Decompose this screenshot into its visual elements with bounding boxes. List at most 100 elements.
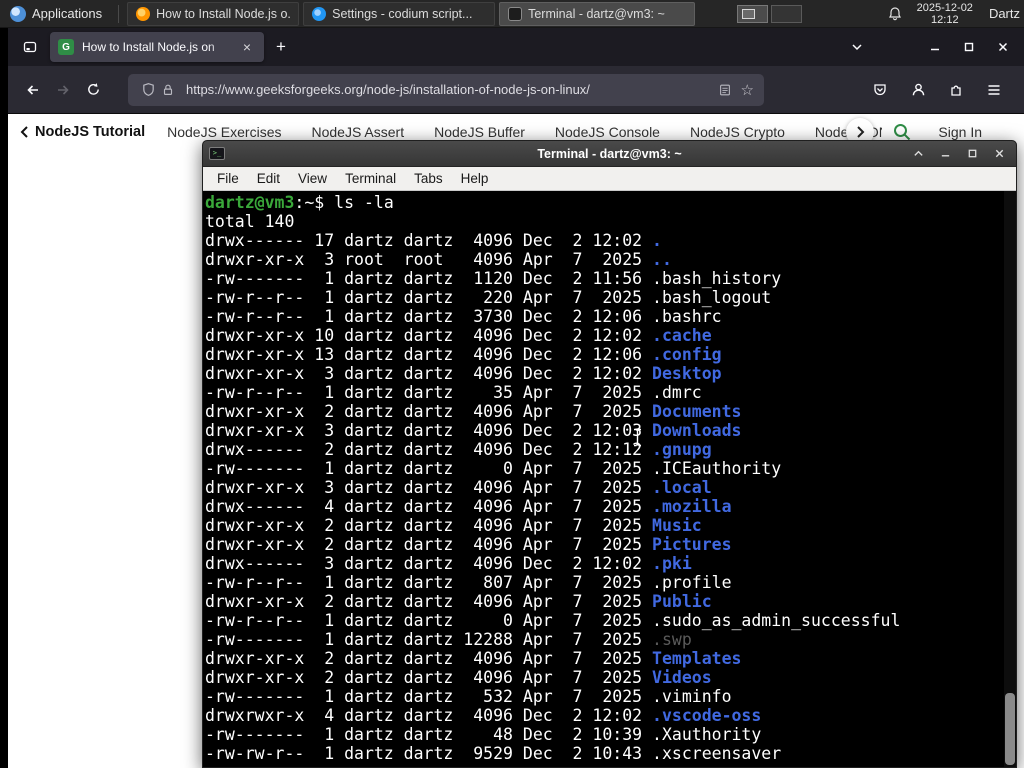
browser-tab[interactable]: G How to Install Node.js on × xyxy=(50,32,264,62)
url-input[interactable]: https://www.geeksforgeeks.org/node-js/in… xyxy=(128,73,764,106)
workspace-pager[interactable] xyxy=(737,4,803,23)
menu-tabs[interactable]: Tabs xyxy=(406,169,451,188)
taskbar-item-terminal[interactable]: Terminal - dartz@vm3: ~ xyxy=(499,1,696,26)
file-name: .mozilla xyxy=(652,497,732,516)
menu-terminal[interactable]: Terminal xyxy=(337,169,404,188)
terminal-window-title: Terminal - dartz@vm3: ~ xyxy=(537,146,682,161)
terminal-shade-icon[interactable] xyxy=(911,147,925,161)
pocket-icon[interactable] xyxy=(868,78,892,102)
file-name: .bash_logout xyxy=(652,288,772,307)
terminal-output-line: drwxr-xr-x 2 dartz dartz 4096 Apr 7 2025… xyxy=(205,402,742,421)
reader-view-icon[interactable] xyxy=(715,80,735,100)
workspace-1[interactable] xyxy=(737,4,769,23)
terminal-output-line: -rw-r--r-- 1 dartz dartz 0 Apr 7 2025 .s… xyxy=(205,611,901,630)
window-close-button[interactable] xyxy=(990,35,1016,59)
terminal-output-line: drwxr-xr-x 3 dartz dartz 4096 Apr 7 2025… xyxy=(205,478,712,497)
search-icon[interactable] xyxy=(892,122,912,142)
applications-menu-button[interactable]: Applications xyxy=(0,0,112,27)
file-name: Public xyxy=(652,592,712,611)
terminal-output-line: -rw------- 1 dartz dartz 48 Dec 2 10:39 … xyxy=(205,725,762,744)
gfg-nav-link[interactable]: NodeJS Assert xyxy=(312,124,405,140)
file-name: .dmrc xyxy=(652,383,702,402)
terminal-output-line: drwx------ 3 dartz dartz 4096 Dec 2 12:0… xyxy=(205,554,692,573)
workspace-window-thumb xyxy=(742,8,756,19)
terminal-output-line: -rw-r--r-- 1 dartz dartz 35 Apr 7 2025 .… xyxy=(205,383,702,402)
forward-icon[interactable] xyxy=(48,75,78,105)
taskbar-item-browser[interactable]: How to Install Node.js o... xyxy=(127,1,300,26)
terminal-maximize-icon[interactable] xyxy=(965,147,979,161)
terminal-output-line: -rw------- 1 dartz dartz 0 Apr 7 2025 .I… xyxy=(205,459,782,478)
menu-file[interactable]: File xyxy=(209,169,247,188)
terminal-output-line: -rw------- 1 dartz dartz 532 Apr 7 2025 … xyxy=(205,687,732,706)
terminal-output-line: drwxr-xr-x 2 dartz dartz 4096 Apr 7 2025… xyxy=(205,649,742,668)
top-panel: Applications How to Install Node.js o...… xyxy=(0,0,1024,28)
window-restore-button[interactable] xyxy=(956,35,982,59)
file-name: .config xyxy=(652,345,722,364)
terminal-scrollbar-thumb[interactable] xyxy=(1005,693,1015,765)
firefox-view-icon[interactable] xyxy=(16,34,44,60)
terminal-window: >_ Terminal - dartz@vm3: ~ File Edit Vie… xyxy=(202,140,1017,768)
notification-bell-icon[interactable] xyxy=(887,6,903,22)
firefox-tab-bar: G How to Install Node.js on × + xyxy=(8,28,1024,66)
file-name: Videos xyxy=(652,668,712,687)
terminal-title-bar[interactable]: >_ Terminal - dartz@vm3: ~ xyxy=(203,141,1016,167)
file-name: .Xauthority xyxy=(652,725,762,744)
terminal-close-icon[interactable] xyxy=(992,147,1006,161)
gfg-nav-primary[interactable]: NodeJS Tutorial xyxy=(20,124,145,140)
gfg-nav-tutorial-label[interactable]: NodeJS Tutorial xyxy=(35,124,145,140)
menu-edit[interactable]: Edit xyxy=(249,169,288,188)
back-icon[interactable] xyxy=(18,75,48,105)
url-text: https://www.geeksforgeeks.org/node-js/in… xyxy=(186,82,590,97)
terminal-output-line: -rw------- 1 dartz dartz 1120 Dec 2 11:5… xyxy=(205,269,782,288)
bookmark-star-icon[interactable]: ☆ xyxy=(741,81,754,99)
menu-help[interactable]: Help xyxy=(453,169,497,188)
terminal-output-line: drwx------ 2 dartz dartz 4096 Dec 2 12:1… xyxy=(205,440,712,459)
reload-icon[interactable] xyxy=(78,75,108,105)
terminal-app-icon: >_ xyxy=(209,147,225,160)
account-icon[interactable] xyxy=(906,78,930,102)
tracking-shield-icon[interactable] xyxy=(138,80,158,100)
tab-title: How to Install Node.js on xyxy=(82,40,215,54)
chevron-left-icon[interactable] xyxy=(20,125,29,139)
file-name: .sudo_as_admin_successful xyxy=(652,611,901,630)
distro-logo-icon xyxy=(10,5,26,22)
terminal-output-line: -rw------- 1 dartz dartz 12288 Apr 7 202… xyxy=(205,630,692,649)
lock-icon[interactable] xyxy=(158,80,178,100)
taskbar-item-codium[interactable]: Settings - codium script... xyxy=(303,1,496,26)
firefox-icon xyxy=(136,6,151,21)
panel-clock[interactable]: 2025-12-02 12:12 xyxy=(917,2,973,26)
browser-toolbar: https://www.geeksforgeeks.org/node-js/in… xyxy=(8,66,1024,114)
terminal-output-line: drwxr-xr-x 3 dartz dartz 4096 Dec 2 12:0… xyxy=(205,364,722,383)
file-name: .swp xyxy=(652,630,692,649)
terminal-scrollbar[interactable] xyxy=(1004,191,1016,767)
gfg-nav-link[interactable]: NodeJS Buffer xyxy=(434,124,525,140)
terminal-output-line: drwxr-xr-x 10 dartz dartz 4096 Dec 2 12:… xyxy=(205,326,712,345)
clock-date: 2025-12-02 xyxy=(916,1,973,14)
file-name: Music xyxy=(652,516,702,535)
menu-hamburger-icon[interactable] xyxy=(982,78,1006,102)
file-name: . xyxy=(652,231,662,250)
panel-separator xyxy=(118,4,120,23)
gfg-nav-link[interactable]: NodeJS Exercises xyxy=(167,124,281,140)
new-tab-button[interactable]: + xyxy=(268,34,294,60)
gfg-nav-link[interactable]: NodeJS Crypto xyxy=(690,124,785,140)
file-name: .profile xyxy=(652,573,732,592)
file-name: Pictures xyxy=(652,535,732,554)
terminal-output-line: -rw-r--r-- 1 dartz dartz 220 Apr 7 2025 … xyxy=(205,288,772,307)
sign-in-button[interactable]: Sign In xyxy=(938,124,982,140)
tab-close-button[interactable]: × xyxy=(238,38,256,56)
terminal-output-line: drwxr-xr-x 2 dartz dartz 4096 Apr 7 2025… xyxy=(205,668,712,687)
terminal-minimize-icon[interactable] xyxy=(938,147,952,161)
gfg-nav-links: NodeJS Exercises NodeJS Assert NodeJS Bu… xyxy=(167,124,882,140)
file-name: .pki xyxy=(652,554,692,573)
terminal-output-line: drwxr-xr-x 2 dartz dartz 4096 Apr 7 2025… xyxy=(205,592,712,611)
file-name: .bashrc xyxy=(652,307,722,326)
extensions-icon[interactable] xyxy=(944,78,968,102)
window-minimize-button[interactable] xyxy=(922,35,948,59)
gfg-nav-link[interactable]: NodeJS Console xyxy=(555,124,660,140)
terminal-body[interactable]: dartz@vm3:~$ ls -la total 140 drwx------… xyxy=(203,191,1016,767)
menu-view[interactable]: View xyxy=(290,169,335,188)
workspace-2[interactable] xyxy=(771,4,803,23)
list-all-tabs-icon[interactable] xyxy=(844,35,870,59)
terminal-total-line: total 140 xyxy=(205,212,295,231)
